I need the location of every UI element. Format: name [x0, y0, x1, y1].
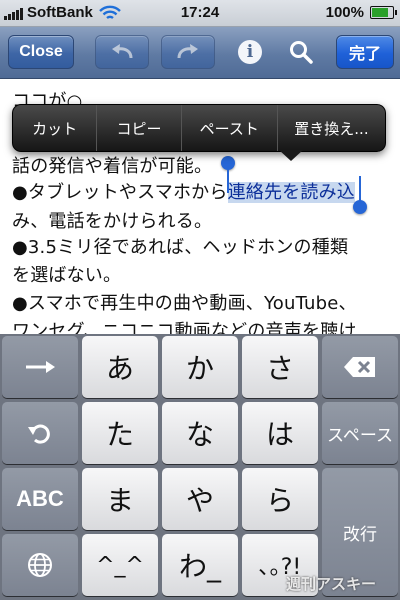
selection-end-handle[interactable] — [353, 200, 367, 214]
selection-start-caret — [227, 167, 229, 193]
kana-key-ha[interactable]: は — [242, 402, 318, 464]
kana-key-sa[interactable]: さ — [242, 336, 318, 398]
cut-menu-item[interactable]: カット — [13, 105, 98, 151]
text-line: ●スマホで再生中の曲や動画、YouTube、 — [12, 293, 357, 314]
rotate-icon — [28, 424, 50, 444]
undo-key[interactable] — [2, 402, 78, 464]
right-arrow-icon — [26, 361, 55, 373]
backspace-icon — [344, 357, 375, 377]
redo-icon — [177, 44, 198, 59]
kana-key-ka[interactable]: か — [162, 336, 238, 398]
text-line: ●3.5ミリ径であれば、ヘッドホンの種類 — [12, 237, 349, 258]
kana-key-ma[interactable]: ま — [82, 468, 158, 530]
undo-icon — [112, 44, 133, 59]
copy-menu-item[interactable]: コピー — [97, 105, 182, 151]
text-line: 話の発信や着信が可能。 — [12, 156, 213, 177]
replace-menu-item[interactable]: 置き換え... — [278, 105, 385, 151]
keyboard: あ か さ た な は スペース ABC ま や ら 改行 ^_^ わ_ ､｡?… — [0, 334, 400, 600]
text-line: を選ばない。 — [12, 265, 122, 286]
status-right: 100% — [325, 4, 397, 21]
done-button[interactable]: 完了 — [336, 35, 394, 69]
close-button[interactable]: Close — [8, 35, 74, 69]
space-key[interactable]: スペース — [322, 402, 398, 464]
selection-end-caret — [359, 176, 361, 202]
kana-key-ta[interactable]: た — [82, 402, 158, 464]
battery-icon — [370, 6, 397, 19]
backspace-key[interactable] — [322, 336, 398, 398]
globe-key[interactable] — [2, 534, 78, 596]
toolbar: Close i 完了 — [0, 27, 400, 79]
battery-percent: 100% — [325, 4, 364, 21]
edit-menu: カット コピー ペースト 置き換え... — [12, 104, 386, 152]
kana-key-wa[interactable]: わ_ — [162, 534, 238, 596]
kana-key-ya[interactable]: や — [162, 468, 238, 530]
arrow-key[interactable] — [2, 336, 78, 398]
text-line: ●タブレットやスマホから連絡先を読み込 — [12, 178, 355, 204]
watermark: 週刊アスキー — [285, 575, 376, 593]
emoticon-key[interactable]: ^_^ — [82, 534, 158, 596]
paste-menu-item[interactable]: ペースト — [182, 105, 278, 151]
abc-key[interactable]: ABC — [2, 468, 78, 530]
kana-key-ra[interactable]: ら — [242, 468, 318, 530]
kana-key-na[interactable]: な — [162, 402, 238, 464]
text-segment: ●タブレットやスマホから — [12, 182, 228, 203]
text-selection[interactable]: 連絡先を読み込 — [227, 182, 355, 203]
text-line: み、電話をかけられる。 — [12, 211, 213, 232]
undo-button[interactable] — [95, 35, 149, 69]
search-icon[interactable] — [288, 39, 314, 65]
kana-key-a[interactable]: あ — [82, 336, 158, 398]
redo-button[interactable] — [161, 35, 215, 69]
globe-icon — [28, 553, 52, 577]
text-line: ワンセグ、ニコニコ動画などの音声を聴け — [12, 321, 357, 334]
edit-menu-pointer — [279, 150, 303, 161]
status-bar: SoftBank 17:24 100% — [0, 0, 400, 27]
info-icon[interactable]: i — [238, 40, 262, 64]
